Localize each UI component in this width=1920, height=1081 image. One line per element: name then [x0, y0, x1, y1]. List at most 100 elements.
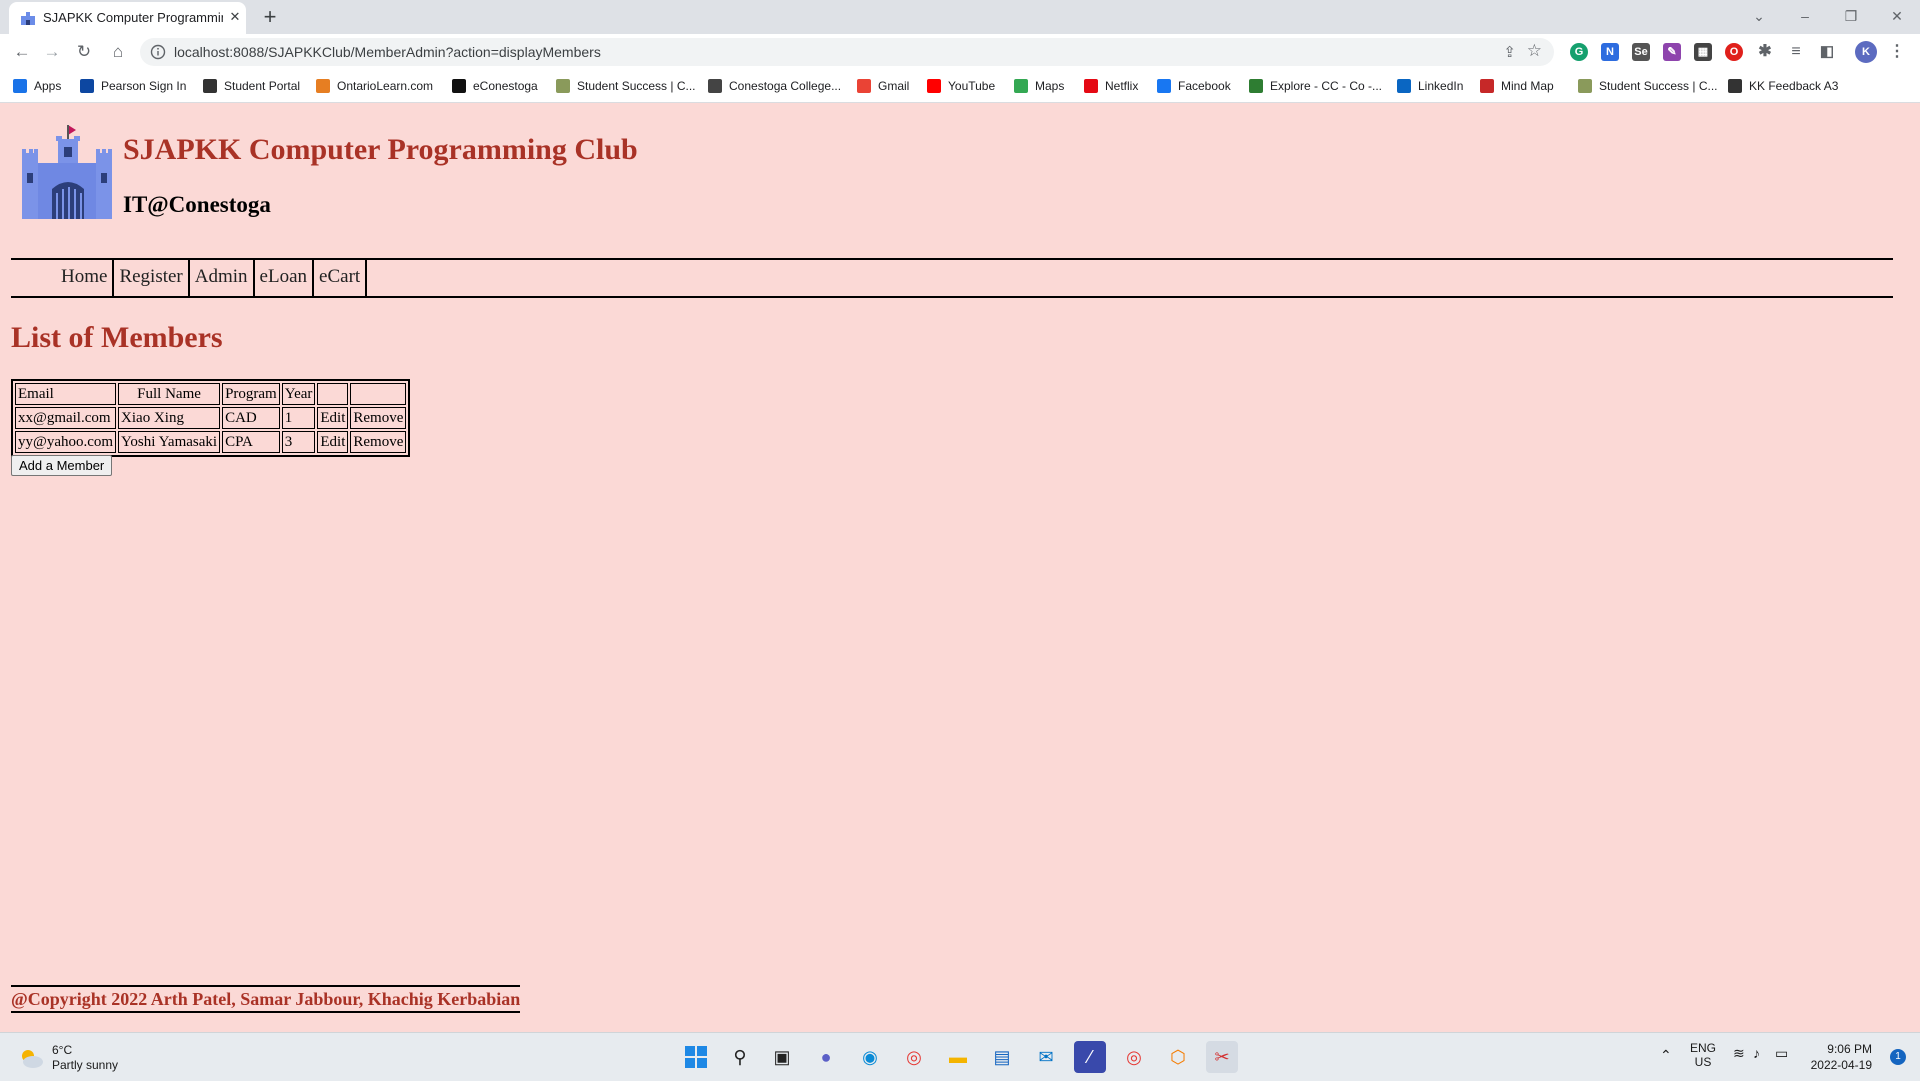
nav-home-link[interactable]: Home — [56, 260, 115, 296]
wifi-icon[interactable]: ≋ — [1733, 1045, 1745, 1062]
bookmark-label: Student Success | C... — [577, 79, 696, 93]
opera-extension-icon[interactable]: O — [1725, 43, 1743, 61]
reload-icon[interactable]: ↻ — [70, 38, 98, 66]
nav-register-link[interactable]: Register — [114, 260, 190, 296]
column-header-program: Program — [222, 383, 280, 405]
site-subtitle: IT@Conestoga — [123, 192, 271, 217]
calendar-extension-icon[interactable]: ▦ — [1694, 43, 1712, 61]
teams-chat-icon[interactable]: ● — [810, 1041, 842, 1073]
conestoga-icon — [556, 79, 570, 93]
edit-link[interactable]: Edit — [317, 407, 349, 429]
add-member-button[interactable]: Add a Member — [11, 455, 113, 476]
pen-extension-icon[interactable]: ✎ — [1663, 43, 1681, 61]
bookmark-label: KK Feedback A3 — [1749, 79, 1839, 93]
d2l-icon — [452, 79, 466, 93]
system-clock[interactable]: 9:06 PM 2022-04-19 — [1811, 1041, 1872, 1073]
store-icon[interactable]: ▤ — [986, 1041, 1018, 1073]
minimize-button[interactable]: – — [1782, 0, 1828, 34]
bookmark-item[interactable]: Student Success | C... — [1578, 77, 1718, 95]
bookmark-item[interactable]: Explore - CC - Co -... — [1249, 77, 1382, 95]
home-icon[interactable]: ⌂ — [104, 38, 132, 66]
bookmark-item[interactable]: Facebook — [1157, 77, 1231, 95]
globe-icon — [1728, 79, 1742, 93]
tray-chevron-icon[interactable]: ⌃ — [1660, 1047, 1672, 1064]
notification-badge[interactable]: 1 — [1890, 1049, 1906, 1065]
grammarly-extension-icon[interactable]: G — [1570, 43, 1588, 61]
bookmark-item[interactable]: LinkedIn — [1397, 77, 1463, 95]
snipping-tool-icon[interactable]: ✂ — [1206, 1041, 1238, 1073]
side-panel-icon[interactable]: ◧ — [1818, 43, 1836, 61]
task-view-icon[interactable]: ▣ — [766, 1041, 798, 1073]
bookmark-item[interactable]: Maps — [1014, 77, 1064, 95]
bookmark-item[interactable]: YouTube — [927, 77, 995, 95]
reading-list-icon[interactable]: ≡ — [1787, 43, 1805, 61]
bookmark-item[interactable]: Mind Map — [1480, 77, 1554, 95]
nav-admin-link[interactable]: Admin — [190, 260, 255, 296]
member-program: CAD — [222, 407, 280, 429]
table-row: xx@gmail.com Xiao Xing CAD 1 Edit Remove — [15, 407, 407, 429]
bookmark-item[interactable]: OntarioLearn.com — [316, 77, 433, 95]
clock-date: 2022-04-19 — [1810, 1058, 1872, 1072]
language-indicator[interactable]: ENG US — [1690, 1041, 1716, 1069]
partly-sunny-icon — [22, 1050, 43, 1068]
battery-icon[interactable]: ▭ — [1775, 1045, 1788, 1062]
chrome-icon[interactable]: ◎ — [898, 1041, 930, 1073]
search-icon[interactable]: ⚲ — [724, 1041, 756, 1073]
browser-tab[interactable]: SJAPKK Computer Programming ✕ — [9, 2, 246, 34]
bookmark-item[interactable]: Gmail — [857, 77, 909, 95]
ontariolearn-icon — [316, 79, 330, 93]
more-menu-icon[interactable]: ⋮ — [1888, 43, 1906, 61]
bookmark-item[interactable]: KK Feedback A3 — [1728, 77, 1838, 95]
remove-link[interactable]: Remove — [350, 431, 407, 453]
taskbar: 6°C Partly sunny ⚲ ▣ ● ◉ ◎ ▬ ▤ ✉ ⁄ ◎ ⬡ ✂… — [0, 1032, 1920, 1081]
address-bar[interactable]: localhost:8088/SJAPKKClub/MemberAdmin?ac… — [140, 38, 1554, 66]
info-icon — [150, 44, 166, 60]
region-code: US — [1694, 1055, 1712, 1069]
table-header-row: Email Full Name Program Year — [15, 383, 407, 405]
bookmark-item[interactable]: Pearson Sign In — [80, 77, 186, 95]
tab-search-icon[interactable]: ⌄ — [1736, 0, 1782, 34]
castle-favicon-icon — [21, 12, 35, 25]
vs-code-icon[interactable]: ⁄ — [1074, 1041, 1106, 1073]
list-heading: List of Members — [11, 321, 223, 354]
edit-link[interactable]: Edit — [317, 431, 349, 453]
bookmark-item[interactable]: Netflix — [1084, 77, 1138, 95]
back-arrow-icon[interactable]: ← — [8, 38, 36, 66]
bookmark-star-icon[interactable]: ☆ — [1527, 41, 1542, 61]
members-table: Email Full Name Program Year xx@gmail.co… — [11, 379, 411, 457]
new-tab-button[interactable]: + — [256, 4, 284, 32]
bookmark-item[interactable]: eConestoga — [452, 77, 538, 95]
nav-ecart-link[interactable]: eCart — [314, 260, 368, 296]
edge-icon[interactable]: ◉ — [854, 1041, 886, 1073]
bookmark-item[interactable]: Student Success | C... — [556, 77, 696, 95]
bookmark-item[interactable]: Conestoga College... — [708, 77, 841, 95]
volume-icon[interactable]: ♪ — [1753, 1045, 1760, 1061]
nav-eloan-link[interactable]: eLoan — [255, 260, 315, 296]
close-window-button[interactable]: ✕ — [1874, 0, 1920, 34]
start-windows-icon[interactable] — [680, 1041, 712, 1073]
restore-button[interactable]: ❐ — [1828, 0, 1874, 34]
share-icon[interactable]: ⇪ — [1503, 43, 1516, 61]
bookmark-label: Mind Map — [1501, 79, 1554, 93]
se-extension-icon[interactable]: Se — [1632, 43, 1650, 61]
puzzle-extensions-icon[interactable]: ✱ — [1756, 43, 1774, 61]
tab-close-icon[interactable]: ✕ — [227, 9, 243, 25]
member-name: Xiao Xing — [118, 407, 221, 429]
file-explorer-icon[interactable]: ▬ — [942, 1041, 974, 1073]
forward-arrow-icon[interactable]: → — [38, 38, 66, 66]
app-hexagon-icon[interactable]: ⬡ — [1162, 1041, 1194, 1073]
clock-time: 9:06 PM — [1827, 1042, 1872, 1056]
bookmark-item[interactable]: Student Portal — [203, 77, 300, 95]
outlook-icon[interactable]: ✉ — [1030, 1041, 1062, 1073]
column-header-year: Year — [281, 383, 316, 405]
remove-link[interactable]: Remove — [350, 407, 407, 429]
globe-icon — [203, 79, 217, 93]
n-extension-icon[interactable]: N — [1601, 43, 1619, 61]
profile-avatar[interactable]: K — [1855, 41, 1877, 63]
weather-widget[interactable]: 6°C Partly sunny — [18, 1043, 118, 1073]
bookmark-label: Pearson Sign In — [101, 79, 187, 93]
member-program: CPA — [222, 431, 280, 453]
chrome-icon-2[interactable]: ◎ — [1118, 1041, 1150, 1073]
bookmark-item[interactable]: Apps — [13, 77, 61, 95]
url-text: localhost:8088/SJAPKKClub/MemberAdmin?ac… — [174, 44, 601, 60]
